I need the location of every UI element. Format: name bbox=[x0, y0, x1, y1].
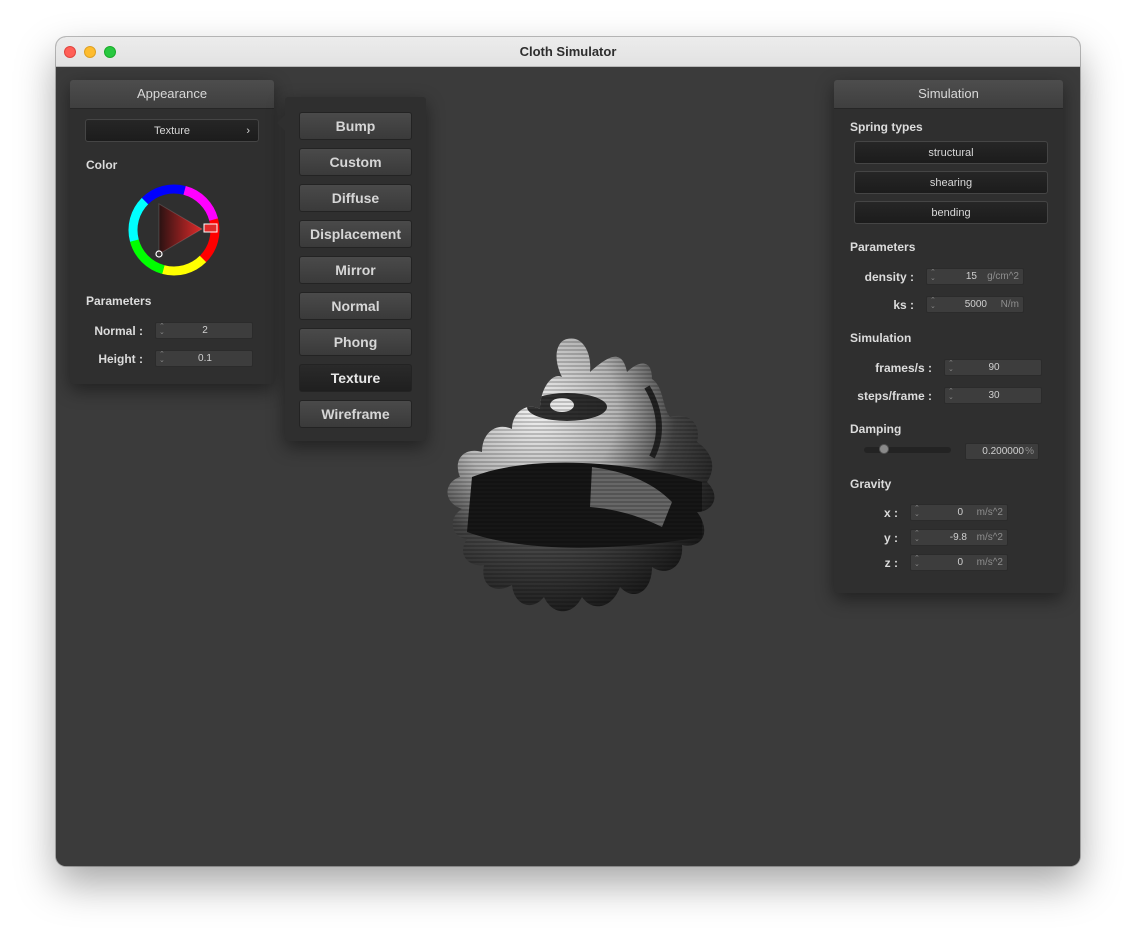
shader-option-mirror[interactable]: Mirror bbox=[299, 256, 412, 284]
stepper-icon[interactable]: ⌃ ⌄ bbox=[914, 555, 920, 568]
simulation-header: Simulation bbox=[834, 80, 1063, 109]
title-bar: Cloth Simulator bbox=[56, 37, 1080, 67]
height-input[interactable]: ⌃ ⌄ 0.1 bbox=[155, 350, 253, 367]
shader-option-wireframe[interactable]: Wireframe bbox=[299, 400, 412, 428]
spring-types-label: Spring types bbox=[850, 120, 923, 134]
appearance-parameters-label: Parameters bbox=[86, 294, 152, 308]
normal-label: Normal : bbox=[94, 324, 143, 338]
viewport-canvas[interactable]: Appearance Texture › Color Parameters No… bbox=[56, 67, 1080, 866]
steps-label: steps/frame : bbox=[857, 389, 932, 403]
fps-label: frames/s : bbox=[875, 361, 932, 375]
gravity-y-label: y : bbox=[883, 531, 898, 545]
shader-select-value: Texture bbox=[153, 125, 191, 137]
shader-option-custom[interactable]: Custom bbox=[299, 148, 412, 176]
chevron-right-icon: › bbox=[246, 125, 250, 137]
gravity-y-input[interactable]: ⌃ ⌄ -9.8 m/s^2 bbox=[910, 529, 1008, 546]
window-title: Cloth Simulator bbox=[519, 44, 617, 59]
spring-shearing-toggle[interactable]: shearing bbox=[854, 171, 1048, 194]
simulation-panel: Simulation Spring types structural shear… bbox=[834, 80, 1063, 593]
gravity-x-label: x : bbox=[883, 506, 898, 520]
shader-option-normal[interactable]: Normal bbox=[299, 292, 412, 320]
damping-label: Damping bbox=[850, 422, 902, 436]
ks-input[interactable]: ⌃ ⌄ 5000 N/m bbox=[926, 296, 1024, 313]
stepper-icon[interactable]: ⌃ ⌄ bbox=[930, 269, 936, 282]
spring-bending-toggle[interactable]: bending bbox=[854, 201, 1048, 224]
damping-slider-knob[interactable] bbox=[879, 444, 890, 454]
density-input[interactable]: ⌃ ⌄ 15 g/cm^2 bbox=[926, 268, 1024, 285]
ks-label: ks : bbox=[893, 298, 914, 312]
appearance-header: Appearance bbox=[70, 80, 274, 109]
gravity-z-label: z : bbox=[884, 556, 898, 570]
color-wheel[interactable] bbox=[128, 184, 220, 276]
fps-input[interactable]: ⌃ ⌄ 90 bbox=[944, 359, 1042, 376]
stepper-icon[interactable]: ⌃ ⌄ bbox=[914, 530, 920, 543]
stepper-icon[interactable]: ⌃ ⌄ bbox=[914, 505, 920, 518]
shader-popup-menu: Bump Custom Diffuse Displacement Mirror … bbox=[277, 97, 426, 441]
steps-input[interactable]: ⌃ ⌄ 30 bbox=[944, 387, 1042, 404]
sim-parameters-label: Parameters bbox=[850, 240, 916, 254]
shader-option-phong[interactable]: Phong bbox=[299, 328, 412, 356]
density-label: density : bbox=[864, 270, 914, 284]
app-window: Cloth Simulator Appearance Texture › Col… bbox=[56, 37, 1080, 866]
height-label: Height : bbox=[98, 352, 143, 366]
damping-input[interactable]: 0.200000 % bbox=[965, 443, 1039, 460]
gravity-x-input[interactable]: ⌃ ⌄ 0 m/s^2 bbox=[910, 504, 1008, 521]
shader-option-bump[interactable]: Bump bbox=[299, 112, 412, 140]
shader-option-texture[interactable]: Texture bbox=[299, 364, 412, 392]
popup-arrow-icon bbox=[277, 115, 285, 131]
color-label: Color bbox=[86, 158, 118, 172]
spring-structural-toggle[interactable]: structural bbox=[854, 141, 1048, 164]
gravity-z-input[interactable]: ⌃ ⌄ 0 m/s^2 bbox=[910, 554, 1008, 571]
shader-select[interactable]: Texture › bbox=[85, 119, 259, 142]
simulation-section-label: Simulation bbox=[850, 331, 912, 345]
damping-slider[interactable] bbox=[864, 444, 951, 454]
shader-option-displacement[interactable]: Displacement bbox=[299, 220, 412, 248]
gravity-label: Gravity bbox=[850, 477, 892, 491]
normal-input[interactable]: ⌃ ⌄ 2 bbox=[155, 322, 253, 339]
stepper-icon[interactable]: ⌃ ⌄ bbox=[930, 297, 936, 310]
appearance-panel: Appearance Texture › Color Parameters No… bbox=[70, 80, 274, 384]
shader-option-diffuse[interactable]: Diffuse bbox=[299, 184, 412, 212]
cloth-sphere-render[interactable] bbox=[412, 317, 722, 627]
